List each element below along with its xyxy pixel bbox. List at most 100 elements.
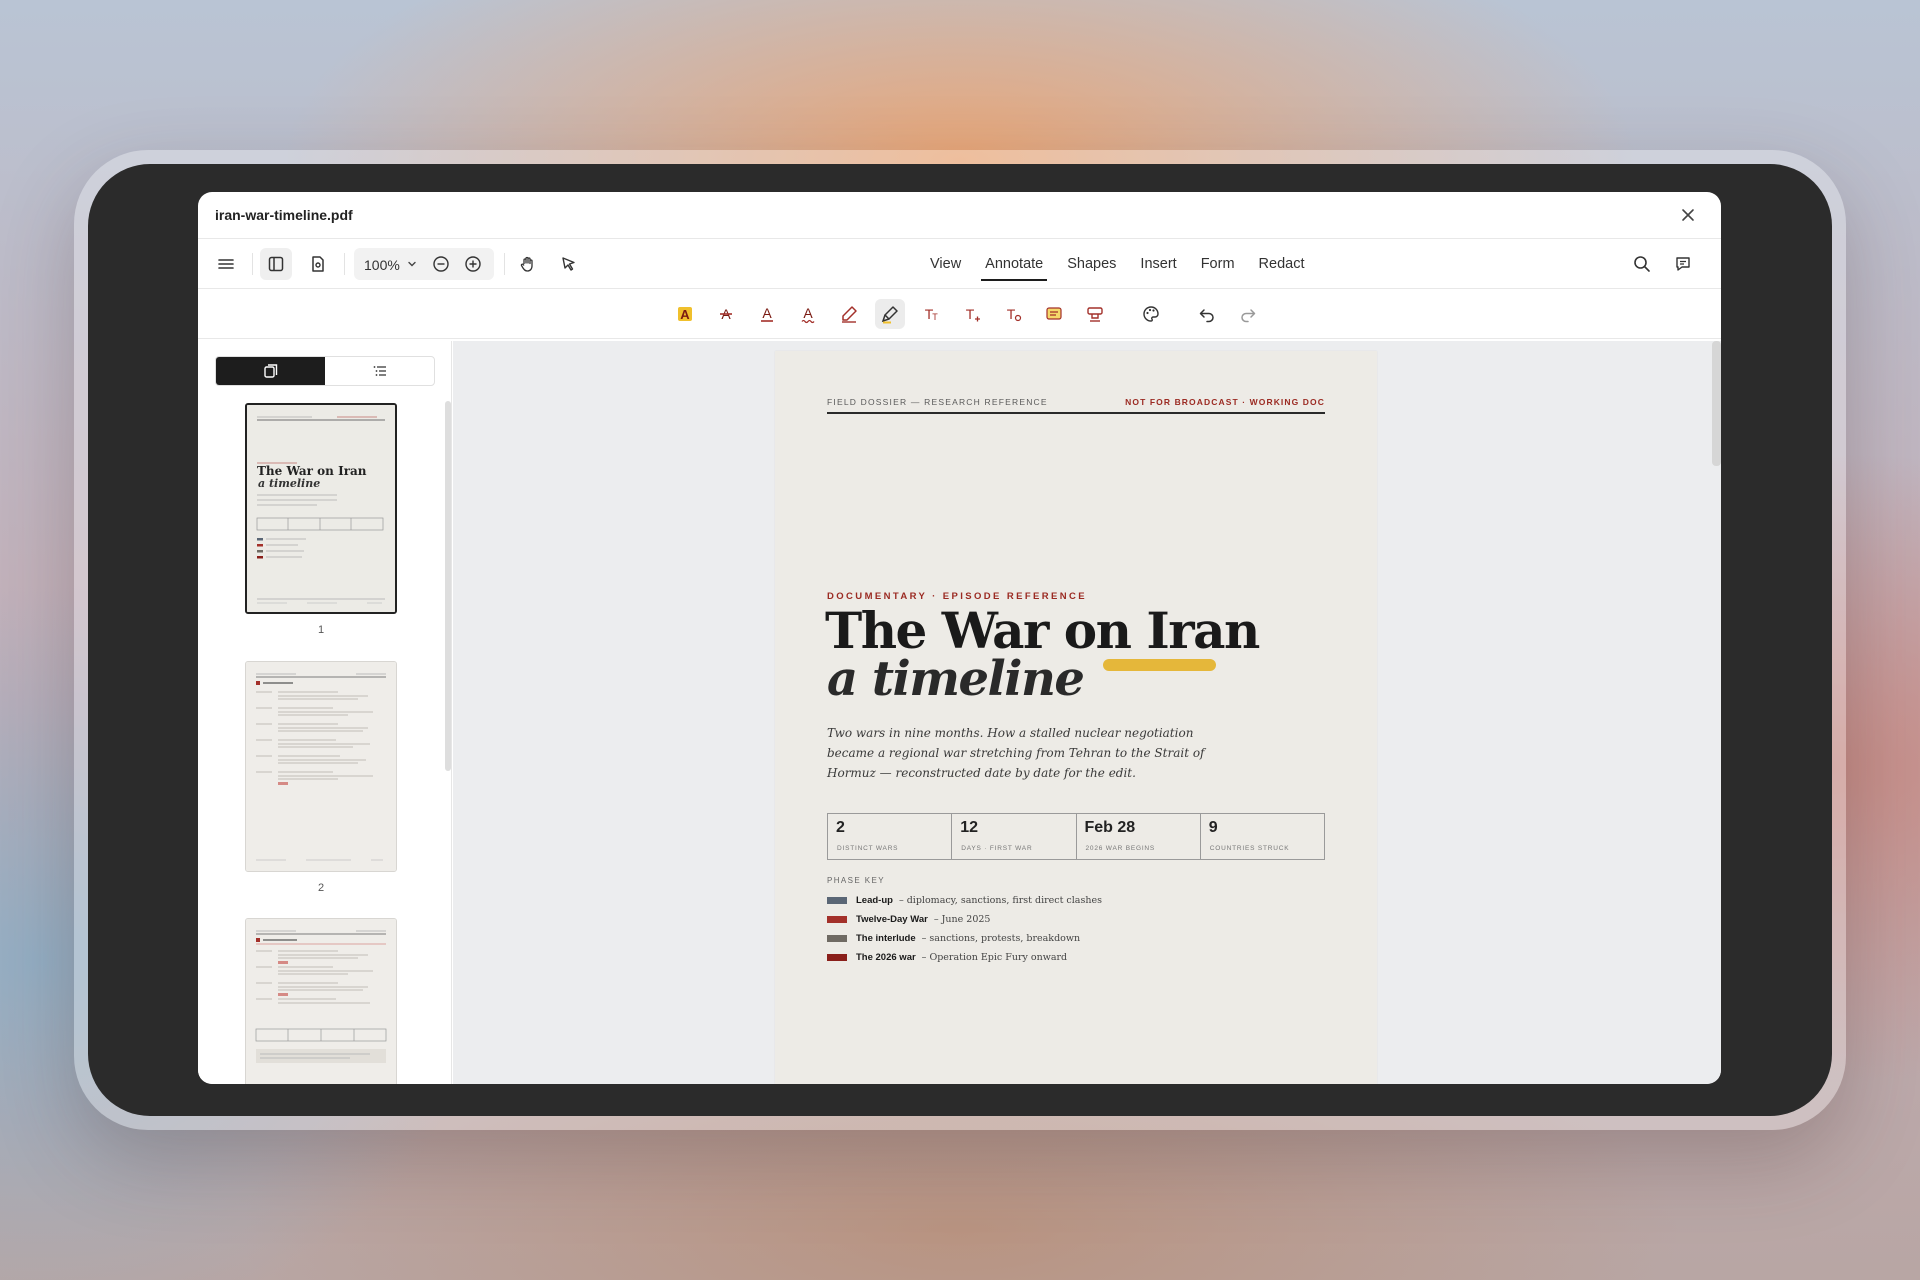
- document-settings-icon[interactable]: [302, 248, 334, 280]
- toolbar-divider: [504, 253, 505, 275]
- highlighter-pen-icon[interactable]: [875, 299, 905, 329]
- page-thumbnail-label: 1: [317, 624, 325, 636]
- phase-row: Twelve-Day War – June 2025: [827, 910, 1102, 929]
- stat-label: DAYS · FIRST WAR: [961, 845, 1033, 852]
- phase-name: Twelve-Day War: [856, 914, 928, 925]
- close-icon[interactable]: [1679, 206, 1697, 224]
- phase-name: Lead-up: [856, 895, 893, 906]
- color-palette-icon[interactable]: [1136, 299, 1166, 329]
- outline-view-button[interactable]: [325, 357, 434, 385]
- thumbnail-sidebar: The War on Iran a timeline 1 2: [198, 341, 452, 1084]
- phase-key-label: PHASE KEY: [827, 876, 885, 885]
- viewer-scrollbar[interactable]: [1712, 341, 1721, 466]
- pan-hand-icon[interactable]: [512, 248, 544, 280]
- tab-form[interactable]: Form: [1189, 239, 1247, 289]
- zoom-out-icon[interactable]: [432, 255, 450, 273]
- pdf-viewer-window: iran-war-timeline.pdf 100% View Annotate…: [198, 192, 1721, 1084]
- phase-description: – June 2025: [933, 914, 991, 925]
- menu-tabs: View Annotate Shapes Insert Form Redact: [918, 239, 1316, 289]
- phase-description: – Operation Epic Fury onward: [921, 952, 1068, 963]
- strikethrough-text-icon[interactable]: A: [711, 299, 741, 329]
- header-rule: [827, 412, 1325, 414]
- tab-insert[interactable]: Insert: [1128, 239, 1188, 289]
- stats-row: 2 DISTINCT WARS 12 DAYS · FIRST WAR Feb …: [827, 813, 1325, 860]
- page-thumbnail-label: 2: [317, 882, 325, 894]
- pdf-page-1: FIELD DOSSIER — RESEARCH REFERENCE NOT F…: [775, 351, 1377, 1084]
- undo-icon[interactable]: [1192, 299, 1222, 329]
- free-text-icon[interactable]: TT: [916, 299, 946, 329]
- phase-row: Lead-up – diplomacy, sanctions, first di…: [827, 891, 1102, 910]
- pen-icon[interactable]: [834, 299, 864, 329]
- select-pointer-icon[interactable]: [553, 248, 585, 280]
- stat-cell: 9 COUNTRIES STRUCK: [1201, 814, 1324, 859]
- phase-row: The 2026 war – Operation Epic Fury onwar…: [827, 948, 1102, 967]
- text-note-icon[interactable]: T: [998, 299, 1028, 329]
- zoom-level[interactable]: 100%: [364, 257, 400, 273]
- search-icon[interactable]: [1626, 248, 1658, 280]
- phase-swatch: [827, 954, 847, 961]
- phase-description: – diplomacy, sanctions, first direct cla…: [898, 895, 1102, 906]
- toolbar-divider: [252, 253, 253, 275]
- phase-key-list: Lead-up – diplomacy, sanctions, first di…: [827, 891, 1102, 967]
- main-toolbar: 100% View Annotate Shapes Insert Form Re…: [198, 239, 1721, 289]
- redo-icon[interactable]: [1233, 299, 1263, 329]
- page-thumbnail-2[interactable]: [245, 661, 397, 872]
- chevron-down-icon[interactable]: [406, 258, 418, 270]
- toolbar-divider: [344, 253, 345, 275]
- phase-swatch: [827, 897, 847, 904]
- stat-label: COUNTRIES STRUCK: [1209, 845, 1290, 852]
- comment-note-icon[interactable]: [1039, 299, 1069, 329]
- stamp-icon[interactable]: [1080, 299, 1110, 329]
- svg-text:A: A: [803, 305, 813, 321]
- window-title: iran-war-timeline.pdf: [215, 207, 353, 223]
- svg-text:The War on Iran: The War on Iran: [257, 464, 367, 478]
- stat-cell: 12 DAYS · FIRST WAR: [952, 814, 1077, 859]
- svg-text:T: T: [1007, 306, 1016, 322]
- page-header-right: NOT FOR BROADCAST · WORKING DOC: [1125, 397, 1325, 407]
- tab-redact[interactable]: Redact: [1247, 239, 1317, 289]
- annotation-toolbar: A A A A TT T T: [198, 289, 1721, 339]
- phase-swatch: [827, 916, 847, 923]
- svg-text:a timeline: a timeline: [258, 477, 320, 490]
- document-lede: Two wars in nine months. How a stalled n…: [827, 726, 1205, 780]
- highlight-annotation[interactable]: [1103, 659, 1216, 671]
- content-area: The War on Iran a timeline 1 2 FIELD DOS…: [198, 341, 1721, 1084]
- zoom-control: 100%: [354, 248, 494, 280]
- svg-text:T: T: [966, 306, 975, 322]
- thumbnails-view-button[interactable]: [216, 357, 325, 385]
- svg-text:A: A: [762, 305, 772, 321]
- svg-text:T: T: [932, 312, 938, 322]
- stat-value: 12: [960, 819, 979, 836]
- sidebar-toggle-icon[interactable]: [260, 248, 292, 280]
- document-viewer: FIELD DOSSIER — RESEARCH REFERENCE NOT F…: [453, 341, 1721, 1084]
- stat-cell: Feb 28 2026 WAR BEGINS: [1077, 814, 1201, 859]
- highlight-text-icon[interactable]: A: [670, 299, 700, 329]
- outline-list-icon: [373, 366, 386, 376]
- document-subtitle: a timeline: [827, 651, 1085, 707]
- sidebar-scrollbar[interactable]: [445, 401, 451, 771]
- phase-swatch: [827, 935, 847, 942]
- zoom-in-icon[interactable]: [464, 255, 482, 273]
- comments-icon[interactable]: [1667, 248, 1699, 280]
- stat-cell: 2 DISTINCT WARS: [828, 814, 953, 859]
- callout-text-icon[interactable]: T: [957, 299, 987, 329]
- squiggly-text-icon[interactable]: A: [793, 299, 823, 329]
- phase-name: The 2026 war: [856, 952, 916, 963]
- underline-text-icon[interactable]: A: [752, 299, 782, 329]
- phase-description: – sanctions, protests, breakdown: [921, 933, 1081, 944]
- stat-label: DISTINCT WARS: [837, 845, 899, 852]
- stat-value: 9: [1208, 819, 1218, 836]
- tab-view[interactable]: View: [918, 239, 973, 289]
- page-thumbnail-1[interactable]: The War on Iran a timeline: [245, 403, 397, 614]
- page-thumbnail-3[interactable]: [245, 918, 397, 1084]
- svg-text:A: A: [680, 307, 690, 322]
- menu-icon[interactable]: [210, 248, 242, 280]
- tab-annotate[interactable]: Annotate: [973, 239, 1055, 289]
- page-header-left: FIELD DOSSIER — RESEARCH REFERENCE: [827, 397, 1048, 407]
- phase-row: The interlude – sanctions, protests, bre…: [827, 929, 1102, 948]
- stat-value: Feb 28: [1084, 819, 1136, 836]
- stat-value: 2: [836, 819, 845, 836]
- tab-shapes[interactable]: Shapes: [1055, 239, 1128, 289]
- pages-icon: [263, 364, 277, 378]
- sidebar-view-switcher: [215, 356, 435, 386]
